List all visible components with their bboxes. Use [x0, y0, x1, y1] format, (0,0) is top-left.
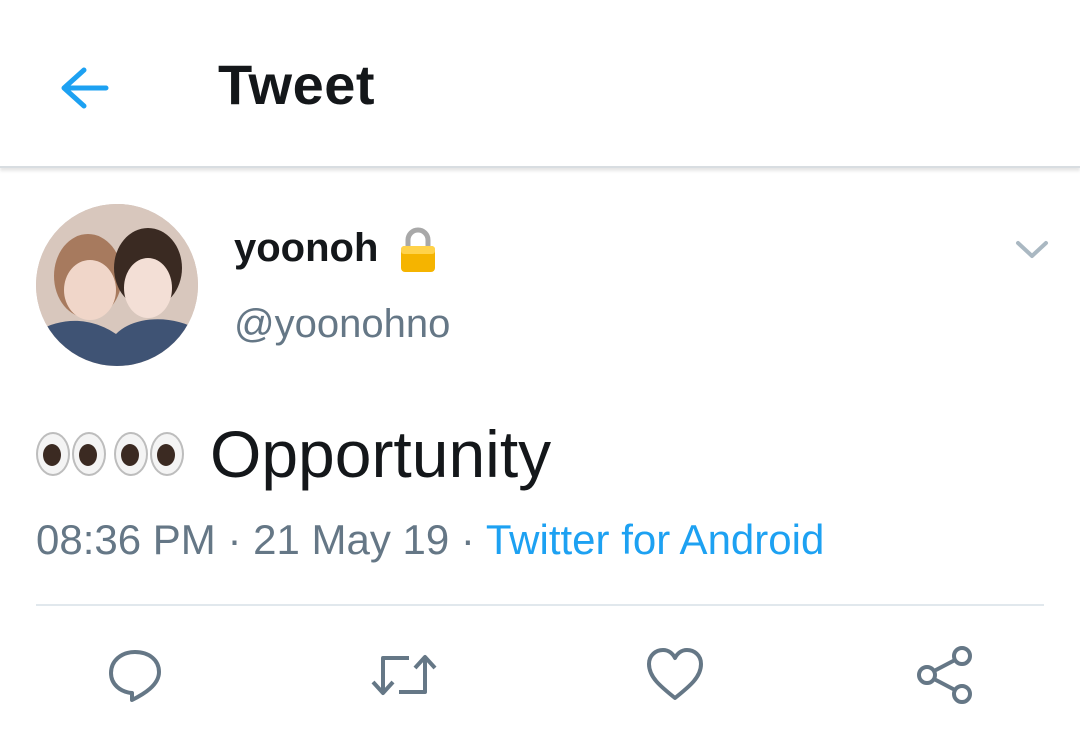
- arrow-left-icon: [61, 67, 109, 109]
- top-app-bar: Tweet: [0, 0, 1080, 168]
- retweet-icon: [371, 655, 437, 695]
- back-button[interactable]: [48, 52, 120, 124]
- tweet-time: 08:36 PM: [36, 516, 216, 563]
- lock-icon: [398, 226, 438, 274]
- page-title: Tweet: [218, 53, 376, 116]
- display-name[interactable]: yoonoh: [234, 226, 378, 271]
- meta-separator: ·: [227, 516, 242, 563]
- retweet-button[interactable]: [369, 640, 439, 710]
- reply-button[interactable]: [100, 640, 170, 710]
- chevron-down-icon: [1016, 241, 1048, 258]
- like-button[interactable]: [640, 640, 710, 710]
- tweet-source-link[interactable]: Twitter for Android: [486, 516, 824, 563]
- avatar-photo: [36, 204, 198, 366]
- tweet-text: Opportunity: [36, 416, 551, 492]
- eyes-emoji: [36, 432, 192, 476]
- heart-icon: [647, 648, 703, 700]
- user-handle[interactable]: @yoonohno: [234, 302, 450, 347]
- tweet-date: 21 May 19: [253, 516, 450, 563]
- tweet-meta: 08:36 PM · 21 May 19 · Twitter for Andro…: [36, 516, 824, 564]
- meta-separator: ·: [460, 516, 475, 563]
- tweet-body: Opportunity: [210, 417, 552, 491]
- reply-icon: [109, 650, 161, 702]
- share-icon: [917, 646, 972, 704]
- share-button[interactable]: [910, 640, 980, 710]
- divider: [36, 604, 1044, 606]
- avatar[interactable]: [36, 204, 198, 366]
- tweet-menu-button[interactable]: [1010, 230, 1054, 270]
